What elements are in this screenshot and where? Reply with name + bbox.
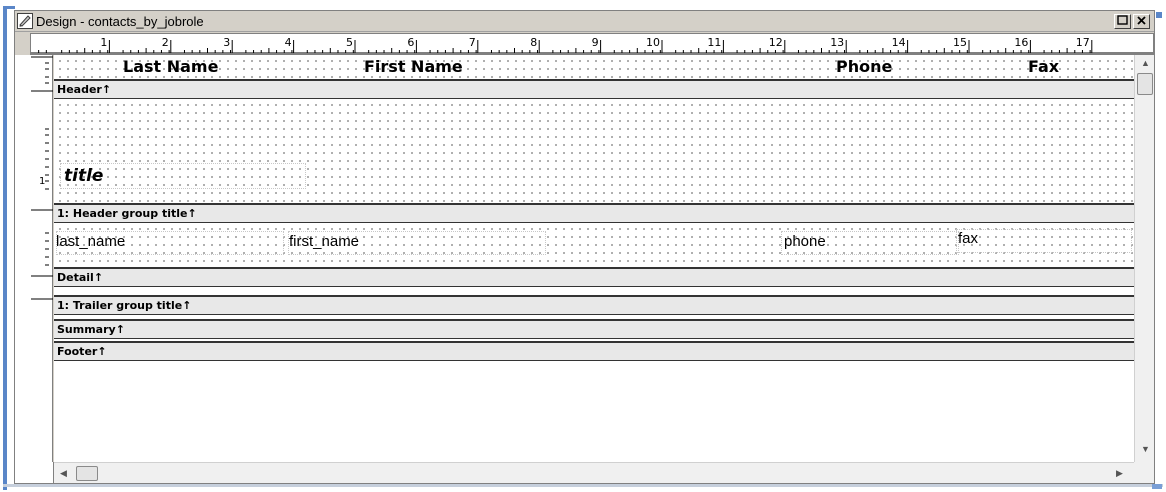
window-edge-accent-bottom — [3, 484, 1163, 487]
heading-first-name[interactable]: First Name — [364, 57, 463, 76]
restore-icon — [1117, 15, 1128, 25]
ruler-ticks: 1 2 3 4 5 6 7 8 9 10 11 12 13 14 15 16 17 — [31, 36, 1153, 54]
last-name-field[interactable]: last_name — [56, 233, 125, 250]
band-summary[interactable]: Summary↑ — [54, 319, 1134, 339]
band-header-group[interactable]: 1: Header group title↑ — [54, 203, 1134, 223]
ruler-number: 14 — [892, 36, 906, 49]
report-canvas[interactable]: Last Name First Name Phone Fax Header↑ t… — [54, 55, 1134, 462]
screen: Design - contacts_by_jobrole 1 2 3 4 5 6 7 8 9 10… — [0, 0, 1166, 492]
ruler-number: 13 — [830, 36, 844, 49]
window-edge-accent-top — [3, 6, 15, 9]
fax-field-box[interactable] — [956, 229, 1132, 253]
horizontal-scrollbar[interactable]: ◀ ▶ — [54, 462, 1134, 483]
ruler-number: 7 — [469, 36, 476, 49]
up-arrow-icon[interactable]: ▲ — [1141, 59, 1150, 68]
ruler-row: 1 2 3 4 5 6 7 8 9 10 11 12 13 14 15 16 17 — [15, 33, 1154, 55]
ruler-number: 2 — [162, 36, 169, 49]
ruler-corner — [15, 462, 54, 483]
fax-field[interactable]: fax — [958, 230, 978, 247]
ruler-number: 11 — [707, 36, 721, 49]
band-trailer-group[interactable]: 1: Trailer group title↑ — [54, 295, 1134, 315]
horizontal-scroll-thumb[interactable] — [76, 466, 98, 481]
ruler-number: 3 — [223, 36, 230, 49]
heading-phone[interactable]: Phone — [836, 57, 892, 76]
heading-fax[interactable]: Fax — [1028, 57, 1059, 76]
vertical-ruler[interactable]: 1 — [15, 55, 53, 462]
restore-button[interactable] — [1114, 14, 1131, 29]
vertical-scroll-thumb[interactable] — [1137, 73, 1153, 95]
vertical-scrollbar[interactable]: ▲ ▼ — [1134, 55, 1154, 462]
close-button[interactable] — [1133, 14, 1150, 29]
scrollbar-corner — [1134, 462, 1154, 483]
ruler-number: 5 — [346, 36, 353, 49]
ruler-number: 6 — [407, 36, 414, 49]
window-title: Design - contacts_by_jobrole — [36, 14, 204, 29]
first-name-field[interactable]: first_name — [289, 233, 359, 250]
heading-last-name[interactable]: Last Name — [123, 57, 218, 76]
band-header[interactable]: Header↑ — [54, 79, 1134, 99]
window-resize-corner[interactable] — [1152, 484, 1162, 489]
ruler-number: 10 — [646, 36, 660, 49]
window-edge-accent — [3, 6, 7, 490]
vertical-ruler-ticks — [31, 56, 53, 300]
down-arrow-icon[interactable]: ▼ — [1141, 445, 1150, 454]
right-arrow-icon[interactable]: ▶ — [1116, 469, 1123, 478]
title-bar[interactable]: Design - contacts_by_jobrole — [15, 11, 1154, 32]
window-edge-accent-right — [1156, 12, 1162, 18]
ruler-number: 16 — [1014, 36, 1028, 49]
title-field[interactable]: title — [64, 166, 103, 186]
ruler-number: 17 — [1076, 36, 1090, 49]
ruler-number: 9 — [592, 36, 599, 49]
band-footer[interactable]: Footer↑ — [54, 341, 1134, 361]
ruler-number: 12 — [769, 36, 783, 49]
close-icon — [1137, 16, 1146, 25]
design-window-icon[interactable] — [17, 13, 33, 29]
phone-field[interactable]: phone — [784, 233, 826, 250]
ruler-number: 1 — [100, 36, 107, 49]
ruler-number: 15 — [953, 36, 967, 49]
horizontal-ruler[interactable]: 1 2 3 4 5 6 7 8 9 10 11 12 13 14 15 16 17 — [30, 33, 1154, 55]
vertical-ruler-label: 1 — [39, 176, 46, 187]
left-arrow-icon[interactable]: ◀ — [60, 469, 67, 478]
band-detail[interactable]: Detail↑ — [54, 267, 1134, 287]
design-window: Design - contacts_by_jobrole 1 2 3 4 5 6 7 8 9 10… — [14, 10, 1155, 484]
ruler-number: 8 — [530, 36, 537, 49]
ruler-number: 4 — [285, 36, 292, 49]
